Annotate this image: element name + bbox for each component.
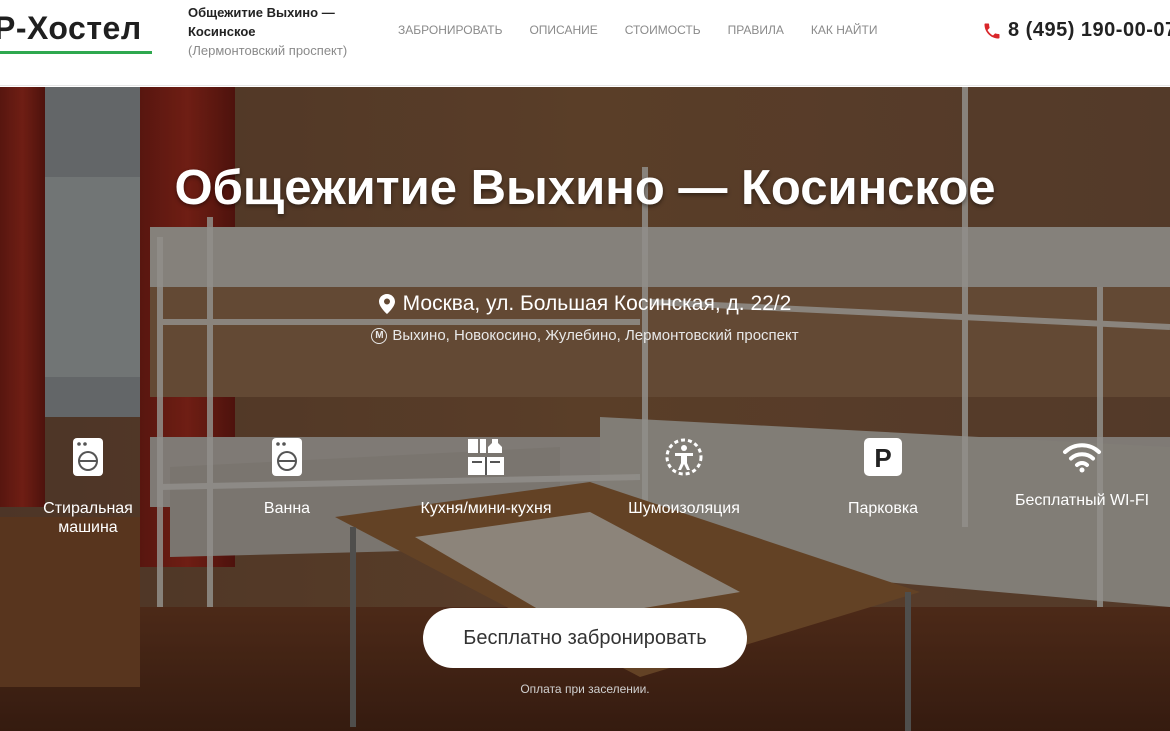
site-logo[interactable]: Р-Хостел — [0, 10, 142, 47]
parking-icon: P — [864, 438, 902, 476]
feature-bath: Ванна — [217, 437, 357, 518]
book-free-button[interactable]: Бесплатно забронировать — [423, 608, 747, 668]
nav-directions[interactable]: Как найти — [811, 23, 878, 37]
nav-price[interactable]: Стоимость — [625, 23, 701, 37]
feature-washing-machine: Стиральная машина — [18, 437, 158, 537]
svg-text:P: P — [874, 443, 891, 473]
wifi-icon — [1063, 443, 1101, 473]
feature-label: Ванна — [263, 500, 311, 517]
feature-kitchen: Кухня/мини-кухня — [416, 437, 556, 518]
kitchen-icon — [468, 439, 504, 475]
feature-label: Шумоизоляция — [628, 500, 740, 517]
phone-icon — [984, 23, 1000, 38]
feature-label: Парковка — [847, 500, 919, 517]
features-list: Стиральная машина Ванна Кухня/мини-кухня… — [0, 437, 1170, 557]
address: Москва, ул. Большая Косинская, д. 22/2 — [0, 292, 1170, 316]
payment-note: Оплата при заселении. — [520, 682, 650, 696]
feature-parking: P Парковка — [813, 437, 953, 518]
hero-section: Общежитие Выхино — Косинское Москва, ул.… — [0, 87, 1170, 731]
feature-wifi: Бесплатный WI-FI — [1012, 437, 1152, 510]
phone-number: 8 (495) 190-00-07 — [1008, 19, 1170, 41]
address-text: Москва, ул. Большая Косинская, д. 22/2 — [402, 292, 792, 315]
hostel-info: Общежитие Выхино — Косинское (Лермонтовс… — [188, 3, 348, 60]
nav-description[interactable]: Описание — [529, 23, 597, 37]
phone-link[interactable]: 8 (495) 190-00-07 — [982, 19, 1170, 42]
feature-label: Стиральная машина — [43, 500, 133, 536]
nav-rules[interactable]: Правила — [728, 23, 784, 37]
hostel-title: Общежитие Выхино — Косинское — [188, 5, 335, 39]
washing-machine-icon — [73, 438, 103, 476]
main-nav: Забронировать Описание Стоимость Правила… — [398, 23, 905, 37]
feature-label: Бесплатный WI-FI — [1014, 492, 1150, 509]
feature-label: Кухня/мини-кухня — [420, 500, 552, 517]
bath-icon — [272, 438, 302, 476]
metro-stations: M Выхино, Новокосино, Жулебино, Лермонто… — [0, 327, 1170, 344]
hero-title: Общежитие Выхино — Косинское — [174, 161, 996, 215]
metro-text: Выхино, Новокосино, Жулебино, Лермонтовс… — [392, 327, 799, 344]
hostel-subtitle: (Лермонтовский проспект) — [188, 43, 348, 58]
map-pin-icon — [378, 294, 395, 314]
logo-underline — [0, 51, 152, 54]
soundproofing-icon — [665, 438, 703, 476]
site-header: Р-Хостел Общежитие Выхино — Косинское (Л… — [0, 0, 1170, 86]
metro-icon: M — [371, 327, 388, 344]
feature-soundproofing: Шумоизоляция — [614, 437, 754, 518]
nav-book[interactable]: Забронировать — [398, 23, 502, 37]
